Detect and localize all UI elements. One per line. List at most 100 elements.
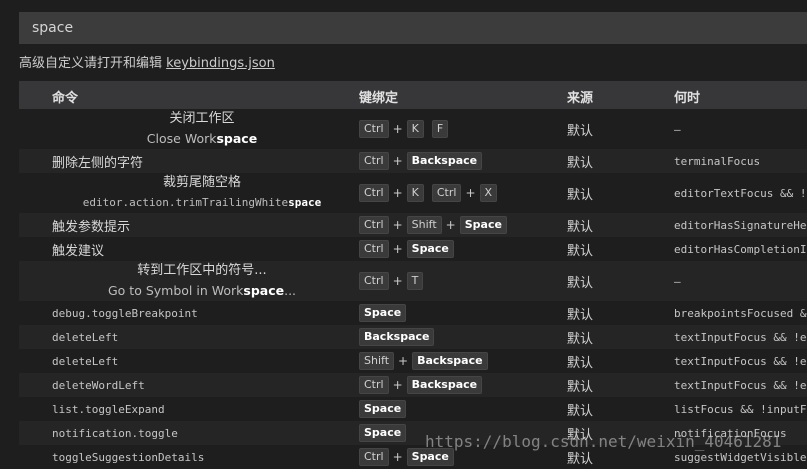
- command-title: 删除左侧的字符: [52, 155, 144, 171]
- command-id: toggleSuggestionDetails: [52, 450, 205, 464]
- command-cell: 裁剪尾随空格 editor.action.trimTrailingWhitesp…: [52, 173, 352, 213]
- keybinding-cell[interactable]: Ctrl + T: [359, 261, 559, 301]
- key-shift: Shift: [359, 352, 395, 370]
- command-cell: 转到工作区中的符号... Go to Symbol in Workspace..…: [52, 261, 352, 301]
- source-cell: 默认: [567, 331, 594, 347]
- search-box[interactable]: [19, 12, 807, 44]
- table-header: 命令 键绑定 来源 何时: [19, 81, 807, 109]
- source-cell: 默认: [567, 307, 594, 323]
- source-cell: 默认: [567, 355, 594, 371]
- advanced-hint: 高级自定义请打开和编辑 keybindings.json: [19, 52, 275, 71]
- table-row[interactable]: 转到工作区中的符号... Go to Symbol in Workspace..…: [19, 261, 807, 301]
- key-shift: Shift: [406, 216, 442, 234]
- table-row[interactable]: deleteLeft Backspace 默认 textInputFocus &…: [19, 325, 807, 349]
- table-row[interactable]: 裁剪尾随空格 editor.action.trimTrailingWhitesp…: [19, 173, 807, 213]
- key-ctrl: Ctrl: [359, 184, 389, 202]
- key-ctrl: Ctrl: [359, 376, 389, 394]
- when-cell: terminalFocus: [674, 154, 761, 168]
- when-cell: breakpointsFocused &&: [674, 306, 807, 320]
- search-input[interactable]: [20, 13, 807, 43]
- key-ctrl: Ctrl: [359, 152, 389, 170]
- advanced-hint-text: 高级自定义请打开和编辑: [19, 56, 167, 71]
- key-ctrl: Ctrl: [359, 448, 389, 466]
- when-cell: textInputFocus && !ed: [674, 354, 807, 368]
- source-cell: 默认: [567, 123, 594, 139]
- header-when[interactable]: 何时: [674, 87, 700, 106]
- source-cell: 默认: [567, 243, 594, 259]
- key-space: Space: [359, 304, 407, 322]
- key-ctrl: Ctrl: [431, 184, 462, 202]
- when-cell: listFocus && !inputFo: [674, 402, 807, 416]
- table-row[interactable]: deleteLeft Shift + Backspace 默认 textInputF…: [19, 349, 807, 373]
- keybinding-cell[interactable]: Ctrl + K Ctrl + X: [359, 173, 559, 213]
- command-id: notification.toggle: [52, 426, 178, 440]
- keybinding-cell[interactable]: Backspace: [359, 325, 559, 349]
- when-cell: textInputFocus && !ed: [674, 330, 807, 344]
- table-row[interactable]: deleteWordLeft Ctrl + Backspace 默认 textInp…: [19, 373, 807, 397]
- source-cell: 默认: [567, 379, 594, 395]
- table-row[interactable]: debug.toggleBreakpoint Space 默认 breakpoi…: [19, 301, 807, 325]
- key-x: X: [479, 184, 498, 202]
- key-k: K: [406, 184, 424, 202]
- keybinding-cell[interactable]: Ctrl + Shift + Space: [359, 213, 559, 237]
- table-row[interactable]: 删除左侧的字符 Ctrl + Backspace 默认 terminalFocus: [19, 149, 807, 173]
- key-ctrl: Ctrl: [359, 272, 389, 290]
- keybinding-cell[interactable]: Ctrl + Backspace: [359, 149, 559, 173]
- source-cell: 默认: [567, 219, 594, 235]
- header-keybinding[interactable]: 键绑定: [359, 87, 398, 106]
- key-space: Space: [359, 424, 407, 442]
- table-row[interactable]: list.toggleExpand Space 默认 listFocus && …: [19, 397, 807, 421]
- table-row[interactable]: 关闭工作区 Close Workspace Ctrl + K F 默认 —: [19, 109, 807, 149]
- watermark: https://blog.csdn.net/weixin_40461281: [425, 432, 782, 451]
- keybinding-cell[interactable]: Ctrl + Space: [359, 237, 559, 261]
- source-cell: 默认: [567, 187, 594, 203]
- key-space: Space: [359, 400, 407, 418]
- key-backspace: Backspace: [406, 376, 483, 394]
- keybinding-cell[interactable]: Ctrl + K F: [359, 109, 559, 149]
- command-id: Close Workspace: [146, 131, 258, 146]
- command-id: deleteLeft: [52, 330, 119, 344]
- key-backspace: Backspace: [406, 152, 483, 170]
- key-ctrl: Ctrl: [359, 120, 389, 138]
- source-cell: 默认: [567, 403, 594, 419]
- when-cell: —: [674, 122, 681, 136]
- when-cell: editorTextFocus && !e: [674, 186, 807, 200]
- when-cell: editorHasSignatureHel: [674, 218, 807, 232]
- command-id: deleteWordLeft: [52, 378, 145, 392]
- command-title: 裁剪尾随空格: [162, 175, 241, 190]
- keybindings-json-link[interactable]: keybindings.json: [166, 56, 275, 71]
- command-title: 触发建议: [52, 243, 105, 259]
- source-cell: 默认: [567, 155, 594, 171]
- key-k: K: [406, 120, 424, 138]
- command-id: deleteLeft: [52, 354, 119, 368]
- command-id: list.toggleExpand: [52, 402, 165, 416]
- command-title: 触发参数提示: [52, 219, 131, 235]
- key-f: F: [431, 120, 449, 138]
- when-cell: —: [674, 274, 681, 288]
- header-source[interactable]: 来源: [567, 87, 593, 106]
- keybinding-cell[interactable]: Shift + Backspace: [359, 349, 559, 373]
- keybinding-cell[interactable]: Space: [359, 301, 559, 325]
- keybinding-cell[interactable]: Ctrl + Backspace: [359, 373, 559, 397]
- command-id: Go to Symbol in Workspace...: [107, 283, 297, 298]
- table-row[interactable]: 触发参数提示 Ctrl + Shift + Space 默认 editorHasSign…: [19, 213, 807, 237]
- keybinding-cell[interactable]: Space: [359, 397, 559, 421]
- key-ctrl: Ctrl: [359, 240, 389, 258]
- command-id: editor.action.trimTrailingWhitespace: [82, 196, 322, 209]
- when-cell: textInputFocus && !ed: [674, 378, 807, 392]
- command-cell: 关闭工作区 Close Workspace: [52, 109, 352, 149]
- source-cell: 默认: [567, 275, 594, 291]
- key-backspace: Backspace: [359, 328, 435, 346]
- command-title: 转到工作区中的符号...: [137, 263, 267, 278]
- key-space: Space: [406, 240, 454, 258]
- command-id: debug.toggleBreakpoint: [52, 306, 198, 320]
- key-t: T: [406, 272, 424, 290]
- key-backspace: Backspace: [412, 352, 488, 370]
- when-cell: editorHasCompletionIt: [674, 242, 807, 256]
- command-title: 关闭工作区: [169, 111, 235, 126]
- header-command[interactable]: 命令: [52, 87, 78, 106]
- key-space: Space: [459, 216, 507, 234]
- keybinding-list: 关闭工作区 Close Workspace Ctrl + K F 默认 — 删除左侧的…: [19, 109, 807, 469]
- table-row[interactable]: 触发建议 Ctrl + Space 默认 editorHasCompletionIt: [19, 237, 807, 261]
- key-ctrl: Ctrl: [359, 216, 389, 234]
